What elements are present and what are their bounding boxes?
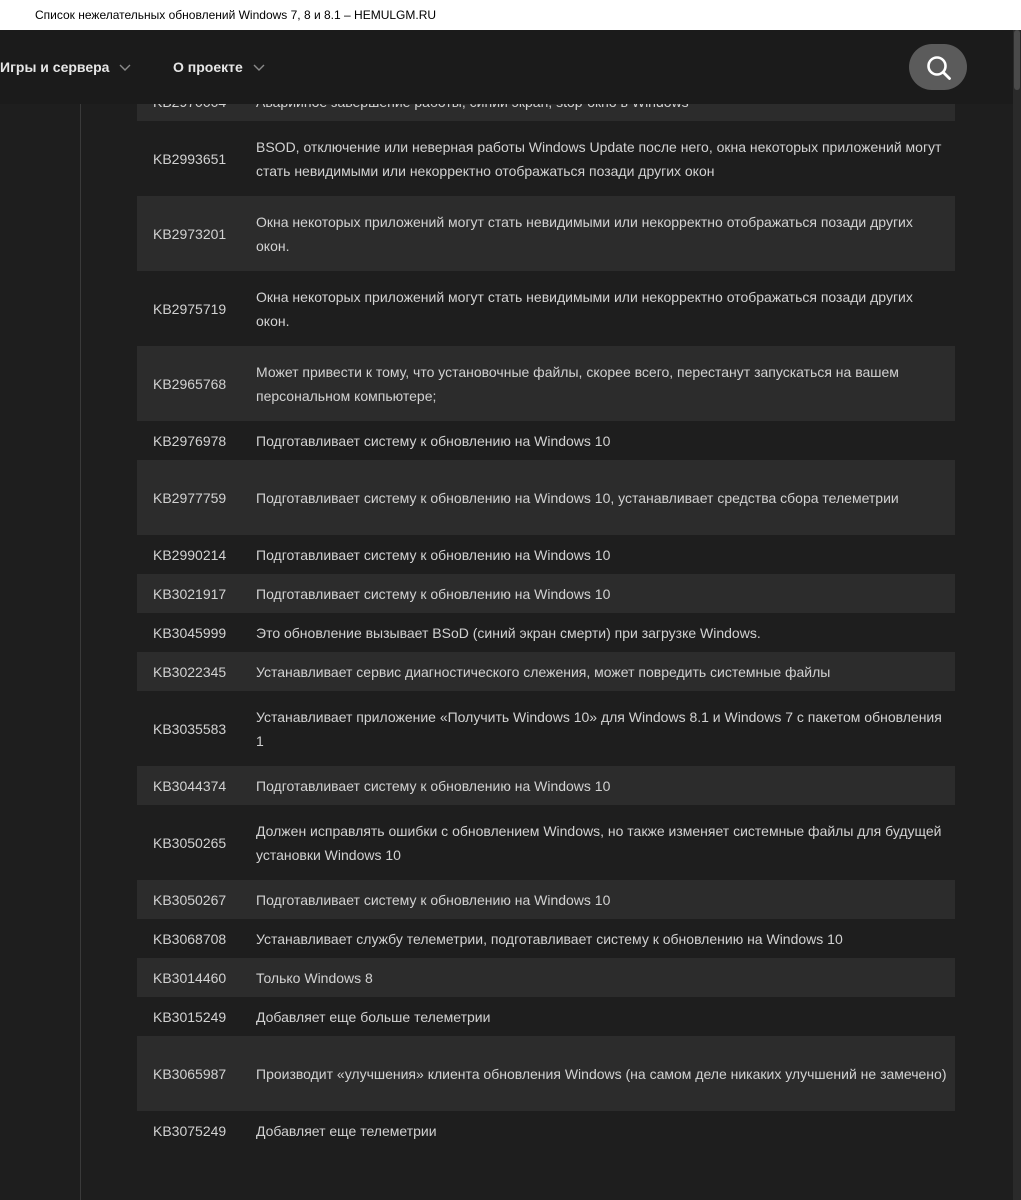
chevron-down-icon [119,30,131,104]
kb-number-cell: KB3065987 [153,1065,227,1082]
kb-number-cell: KB2993651 [153,150,227,167]
description-cell: Подготавливает систему к обновлению на W… [256,546,611,563]
table-row: KB3044374 Подготавливает систему к обновл… [137,766,955,805]
kb-number-cell: KB3050265 [153,834,227,851]
table-row: KB3050265 Должен исправлять ошибки с обно… [137,805,955,880]
nav-item-games-and-servers[interactable]: Игры и сервера [0,30,131,104]
kb-number-cell: KB3044374 [153,777,227,794]
kb-number-cell: KB3050267 [153,891,227,908]
content-divider [80,104,81,1200]
kb-number-cell: KB3014460 [153,969,227,986]
description-cell: Добавляет еще больше телеметрии [256,1008,491,1025]
article-content: KB2970004Аварийное завершение работы, си… [0,104,1013,1200]
table-row: KB3068708 Устанавливает службу телеметрии… [137,919,955,958]
description-cell: Должен исправлять ошибки с обновлением W… [256,822,942,863]
table-row: KB2975719 Окна некоторых приложений могут… [137,271,955,346]
table-row: KB2990214 Подготавливает систему к обновл… [137,535,955,574]
window-title: Список нежелательных обновлений Windows … [0,0,1021,30]
table-row: KB3022345 Устанавливает сервис диагностич… [137,652,955,691]
kb-number-cell: KB3022345 [153,663,227,680]
description-cell: Только Windows 8 [256,969,373,986]
table-row: KB2977759 Подготавливает систему к обновл… [137,460,955,535]
description-cell: Добавляет еще телеметрии [256,1122,437,1139]
nav-item-about-project[interactable]: О проекте [173,30,265,104]
description-cell: Производит «улучшения» клиента обновлени… [256,1065,947,1082]
nav-item-label: Игры и сервера [0,59,110,75]
table-row: KB3050267 Подготавливает систему к обновл… [137,880,955,919]
nav-item-label: О проекте [173,59,243,75]
description-cell: Аварийное завершение работы, синий экран… [256,104,955,114]
description-cell: Может привести к тому, что установочные … [256,363,899,404]
table-row: KB3045999 Это обновление вызывает BSoD (с… [137,613,955,652]
description-cell: Окна некоторых приложений могут стать не… [256,288,913,329]
kb-number-cell: KB2977759 [153,489,227,506]
table-row: KB3014460 Только Windows 8 [137,958,955,997]
table-row: KB3075249 Добавляет еще телеметрии [137,1111,955,1150]
description-cell: Это обновление вызывает BSoD (синий экра… [256,624,761,641]
kb-updates-table: KB2970004Аварийное завершение работы, си… [137,104,955,1150]
kb-number-cell: KB3075249 [153,1122,227,1139]
description-cell: Подготавливает систему к обновлению на W… [256,891,611,908]
kb-number-cell: KB2975719 [153,300,227,317]
description-cell: Устанавливает сервис диагностического сл… [256,663,831,680]
kb-number-cell: KB3035583 [153,720,227,737]
table-row: KB3015249 Добавляет еще больше телеметрии [137,997,955,1036]
kb-number-cell: KB2965768 [153,375,227,392]
table-row: KB2976978 Подготавливает систему к обновл… [137,421,955,460]
table-row: KB3065987 Производит «улучшения» клиента … [137,1036,955,1111]
kb-number-cell: KB3021917 [153,585,227,602]
description-cell: Подготавливает систему к обновлению на W… [256,585,611,602]
description-cell: Окна некоторых приложений могут стать не… [256,213,913,254]
table-row: KB2965768 Может привести к тому, что уста… [137,346,955,421]
table-row: KB2970004Аварийное завершение работы, си… [137,104,955,121]
table-row: KB2993651 BSOD, отключение или неверная р… [137,121,955,196]
description-cell: Подготавливает систему к обновлению на W… [256,489,899,506]
kb-number-cell: KB3068708 [153,930,227,947]
description-cell: BSOD, отключение или неверная работы Win… [256,138,942,179]
description-cell: Устанавливает службу телеметрии, подгота… [256,930,843,947]
table-row: KB2973201 Окна некоторых приложений могут… [137,196,955,271]
kb-number-cell: KB2973201 [153,225,227,242]
page-scrollbar[interactable] [1013,30,1021,1200]
kb-number-cell: KB3015249 [153,1008,227,1025]
search-button[interactable] [909,44,967,90]
description-cell: Подготавливает систему к обновлению на W… [256,777,611,794]
table-row: KB3035583 Устанавливает приложение «Получ… [137,691,955,766]
kb-number-cell: KB2990214 [153,546,227,563]
description-cell: Устанавливает приложение «Получить Windo… [256,708,942,749]
description-cell: Подготавливает систему к обновлению на W… [256,432,611,449]
scrollbar-thumb[interactable] [1014,30,1020,90]
top-navbar: Игры и сервера О проекте [0,30,1021,104]
table-row: KB3021917 Подготавливает систему к обновл… [137,574,955,613]
search-icon [927,56,951,80]
chevron-down-icon [253,30,265,104]
kb-number-cell: KB2970004 [137,104,256,110]
kb-number-cell: KB3045999 [153,624,227,641]
kb-number-cell: KB2976978 [153,432,227,449]
